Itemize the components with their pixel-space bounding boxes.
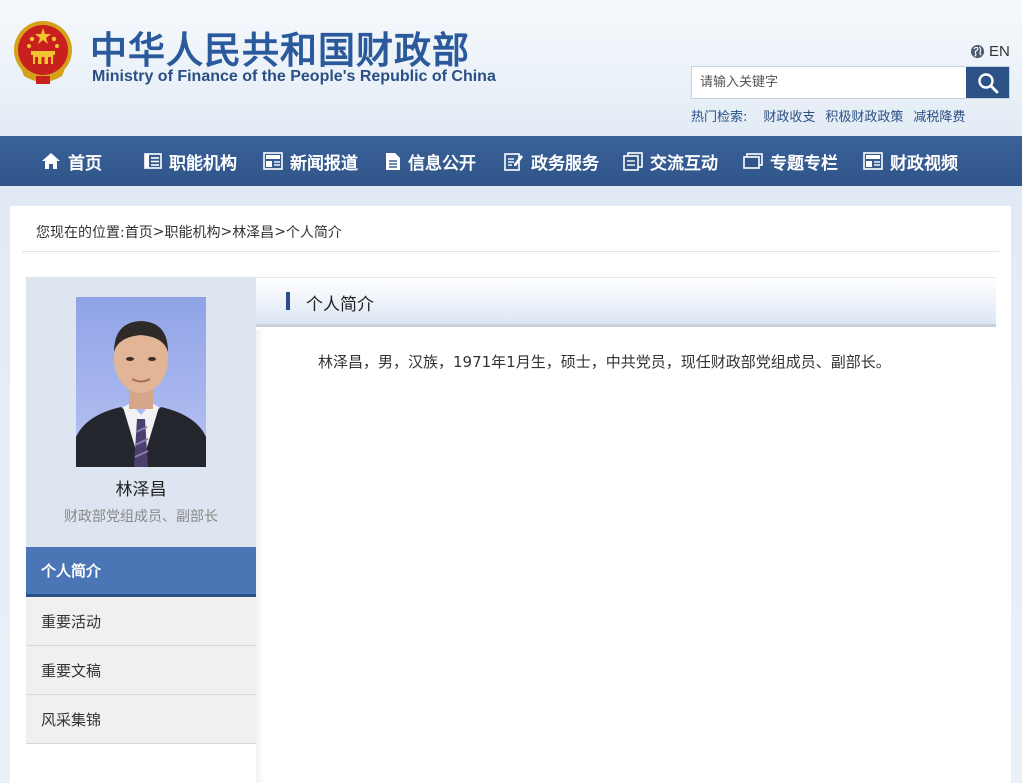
breadcrumb-item-current[interactable]: 个人简介 [286, 222, 342, 242]
site-title-cn[interactable]: 中华人民共和国财政部 [90, 20, 470, 74]
breadcrumb-divider [22, 251, 999, 252]
copy-icon [623, 151, 643, 171]
breadcrumb-item-person[interactable]: 林泽昌 [232, 222, 274, 242]
search-button[interactable] [966, 67, 1009, 98]
site-header: 中华人民共和国财政部 Ministry of Finance of the Pe… [0, 0, 1022, 136]
nav-item-topics[interactable]: 专题专栏 [743, 136, 838, 186]
nav-item-departments[interactable]: 职能机构 [144, 136, 237, 186]
breadcrumb-prefix: 您现在的位置: [36, 225, 125, 241]
nav-item-home[interactable]: 首页 [41, 136, 102, 186]
nav-item-disclosure[interactable]: 信息公开 [385, 136, 476, 186]
side-menu-item-bio[interactable]: 个人简介 [26, 547, 256, 597]
breadcrumb-item-home[interactable]: 首页 [125, 222, 153, 242]
main-nav: 首页 职能机构 新闻报道 信息公开 政务服务 交流互动 专题专栏 财政视频 [0, 136, 1022, 186]
content-title: 个人简介 [306, 295, 374, 315]
nav-label: 首页 [68, 153, 102, 174]
search-input[interactable] [692, 67, 966, 98]
edit-icon [504, 152, 523, 171]
list-icon [144, 153, 162, 169]
nav-label: 信息公开 [408, 153, 476, 174]
hot-search-item[interactable]: 财政收支 [763, 106, 815, 125]
side-menu-item-activities[interactable]: 重要活动 [26, 597, 256, 646]
national-emblem-icon[interactable] [12, 18, 74, 86]
nav-item-services[interactable]: 政务服务 [504, 136, 599, 186]
hot-search-item[interactable]: 减税降费 [913, 106, 965, 125]
breadcrumb-separator: > [274, 224, 286, 240]
search-bar [691, 66, 1010, 99]
site-title-en[interactable]: Ministry of Finance of the People's Repu… [92, 68, 496, 86]
breadcrumb-item-departments[interactable]: 职能机构 [164, 222, 220, 242]
nav-item-interaction[interactable]: 交流互动 [623, 136, 718, 186]
breadcrumb: 您现在的位置: 首页 > 职能机构 > 林泽昌 > 个人简介 [36, 222, 342, 242]
language-label: EN [989, 42, 1010, 60]
news-icon [263, 152, 283, 170]
nav-label: 新闻报道 [290, 153, 358, 174]
language-switch[interactable]: EN [970, 42, 1010, 60]
nav-item-news[interactable]: 新闻报道 [263, 136, 358, 186]
title-accent-bar [286, 292, 290, 310]
content-header: 个人简介 [256, 277, 996, 327]
profile-photo [76, 297, 206, 467]
hot-search-item[interactable]: 积极财政政策 [825, 106, 903, 125]
profile-card: 林泽昌 财政部党组成员、副部长 [26, 277, 256, 547]
nav-label: 财政视频 [890, 153, 958, 174]
video-icon [863, 152, 883, 170]
portrait-image [76, 321, 206, 467]
side-menu-item-speeches[interactable]: 重要文稿 [26, 646, 256, 695]
breadcrumb-separator: > [152, 224, 165, 240]
nav-label: 政务服务 [531, 153, 599, 174]
side-menu: 个人简介 重要活动 重要文稿 风采集锦 [26, 547, 256, 744]
home-icon [42, 153, 60, 169]
breadcrumb-separator: > [220, 224, 233, 240]
search-icon [977, 72, 998, 93]
profile-title: 财政部党组成员、副部长 [64, 509, 218, 525]
main-panel: 您现在的位置: 首页 > 职能机构 > 林泽昌 > 个人简介 林泽昌 财政部党组… [10, 206, 1011, 783]
hot-search: 热门检索: 财政收支 积极财政政策 减税降费 [691, 106, 975, 125]
nav-label: 职能机构 [169, 153, 237, 174]
globe-icon [970, 44, 985, 58]
window-icon [743, 153, 763, 169]
column-shadow [256, 330, 264, 783]
side-menu-item-gallery[interactable]: 风采集锦 [26, 695, 256, 744]
profile-name: 林泽昌 [115, 480, 167, 500]
document-icon [386, 152, 400, 170]
hot-search-label: 热门检索: [691, 109, 748, 125]
nav-label: 交流互动 [650, 153, 718, 174]
bio-text: 林泽昌，男，汉族，1971年1月生，硕士，中共党员，现任财政部党组成员、副部长。 [318, 353, 891, 371]
nav-item-video[interactable]: 财政视频 [863, 136, 958, 186]
nav-label: 专题专栏 [770, 153, 838, 174]
